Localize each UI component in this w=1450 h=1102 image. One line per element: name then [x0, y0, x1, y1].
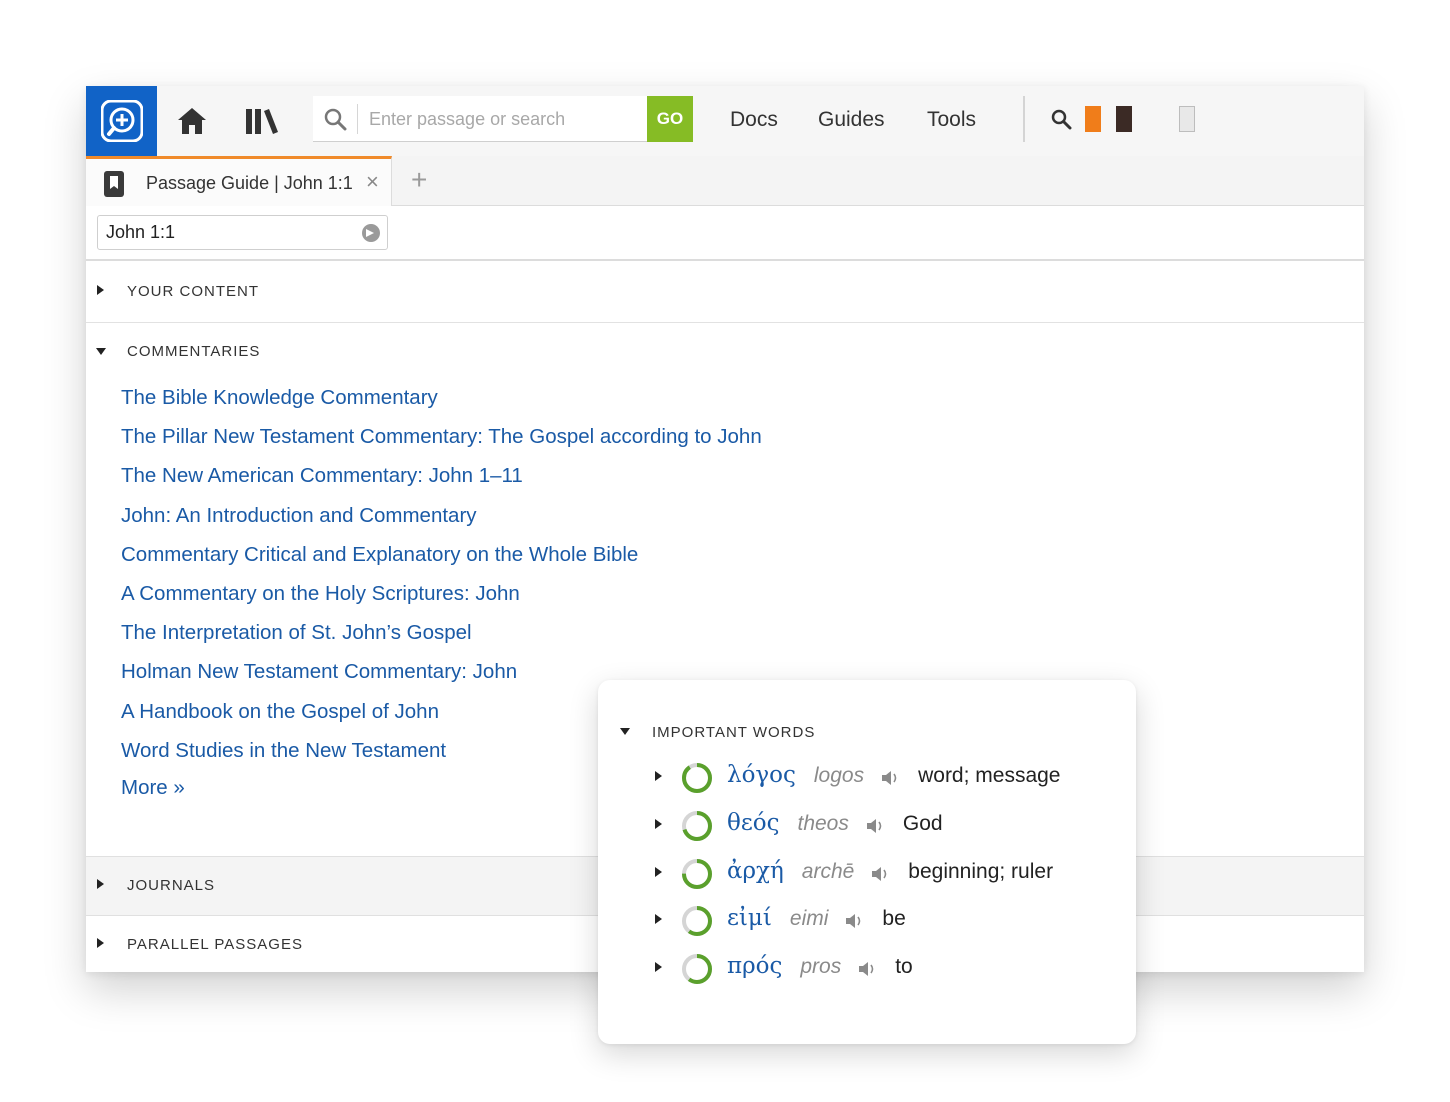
tab-strip: Passage Guide | John 1:1 × +	[86, 156, 1364, 206]
frequency-ring-icon	[682, 811, 712, 841]
section-your-content[interactable]: YOUR CONTENT	[86, 263, 1364, 323]
expand-arrow-icon[interactable]	[655, 867, 662, 877]
section-label: COMMENTARIES	[127, 343, 261, 360]
important-word-row[interactable]: εἰμί eimi be	[598, 901, 1136, 941]
more-link[interactable]: More »	[121, 776, 185, 800]
gloss: to	[895, 955, 913, 978]
toolbar-search-icon[interactable]	[1050, 108, 1072, 130]
search-input[interactable]	[363, 102, 643, 136]
important-word-row[interactable]: λόγος logos word; message	[598, 758, 1136, 798]
speaker-icon[interactable]	[870, 865, 890, 883]
section-label: YOUR CONTENT	[127, 283, 259, 300]
greek-word-link[interactable]: εἰμί	[727, 905, 772, 931]
expand-arrow-icon[interactable]	[655, 771, 662, 781]
passage-box	[97, 215, 388, 250]
add-tab-button[interactable]: +	[411, 166, 427, 194]
commentary-link[interactable]: The New American Commentary: John 1–11	[121, 464, 762, 503]
greek-word-link[interactable]: λόγος	[727, 762, 796, 788]
section-commentaries[interactable]: COMMENTARIES	[86, 323, 1364, 383]
important-word-row[interactable]: θεός theos God	[598, 806, 1136, 846]
top-bar: GO Docs Guides Tools	[86, 86, 1364, 156]
important-words-card: IMPORTANT WORDS λόγος logos word; message θ…	[598, 680, 1136, 1044]
logos-logo-icon	[101, 100, 143, 142]
nav-docs[interactable]: Docs	[730, 108, 778, 132]
expand-arrow-icon	[97, 879, 104, 889]
frequency-ring-icon	[682, 763, 712, 793]
commentary-link[interactable]: A Commentary on the Holy Scriptures: Joh…	[121, 582, 762, 621]
frequency-ring-icon	[682, 954, 712, 984]
nav-tools[interactable]: Tools	[927, 108, 976, 132]
important-words-label: IMPORTANT WORDS	[652, 724, 816, 741]
passage-go-icon[interactable]	[362, 224, 380, 242]
nav-guides[interactable]: Guides	[818, 108, 885, 132]
transliteration: pros	[800, 955, 842, 978]
speaker-icon[interactable]	[857, 960, 877, 978]
search-separator	[357, 104, 358, 134]
tab-passage-guide[interactable]: Passage Guide | John 1:1 ×	[86, 156, 392, 206]
greek-word-link[interactable]: ἀρχή	[727, 858, 784, 884]
library-icon[interactable]	[244, 106, 280, 136]
gloss: be	[882, 907, 906, 930]
transliteration: archē	[801, 860, 855, 883]
recent-book-icon[interactable]	[1085, 106, 1101, 132]
speaker-icon[interactable]	[865, 817, 885, 835]
passage-input[interactable]	[98, 216, 353, 249]
go-button[interactable]: GO	[647, 96, 693, 142]
expand-arrow-icon	[97, 285, 104, 295]
commentary-link[interactable]: The Interpretation of St. John’s Gospel	[121, 621, 762, 660]
gloss: God	[902, 812, 943, 835]
frequency-ring-icon	[682, 906, 712, 936]
expand-arrow-icon[interactable]	[655, 962, 662, 972]
search-box: GO	[313, 96, 693, 142]
transliteration: eimi	[789, 907, 829, 930]
gloss: beginning; ruler	[908, 860, 1054, 883]
important-word-row[interactable]: ἀρχή archē beginning; ruler	[598, 854, 1136, 894]
toolbar-divider	[1023, 96, 1025, 142]
commentary-link[interactable]: The Pillar New Testament Commentary: The…	[121, 425, 762, 464]
passage-guide-icon	[104, 171, 124, 197]
commentary-link[interactable]: John: An Introduction and Commentary	[121, 504, 762, 543]
expand-arrow-icon[interactable]	[655, 914, 662, 924]
greek-word-link[interactable]: θεός	[727, 810, 780, 836]
close-icon[interactable]: ×	[366, 171, 379, 193]
recent-book-icon[interactable]	[1179, 106, 1195, 132]
collapse-arrow-icon	[96, 348, 106, 355]
greek-word-link[interactable]: πρός	[727, 953, 782, 979]
collapse-arrow-icon[interactable]	[620, 728, 630, 735]
expand-arrow-icon	[97, 938, 104, 948]
frequency-ring-icon	[682, 859, 712, 889]
commentary-link[interactable]: The Bible Knowledge Commentary	[121, 386, 762, 425]
transliteration: logos	[813, 764, 865, 787]
gloss: word; message	[918, 764, 1061, 787]
search-icon	[324, 108, 347, 131]
important-word-row[interactable]: πρός pros to	[598, 949, 1136, 989]
logos-logo-button[interactable]	[86, 86, 157, 156]
home-icon[interactable]	[176, 106, 208, 136]
speaker-icon[interactable]	[844, 912, 864, 930]
commentary-link[interactable]: Commentary Critical and Explanatory on t…	[121, 543, 762, 582]
recent-book-icon[interactable]	[1116, 106, 1132, 132]
section-label: PARALLEL PASSAGES	[127, 936, 303, 953]
tab-title: Passage Guide | John 1:1	[146, 173, 353, 193]
section-label: JOURNALS	[127, 877, 216, 894]
expand-arrow-icon[interactable]	[655, 819, 662, 829]
speaker-icon[interactable]	[880, 769, 900, 787]
transliteration: theos	[797, 812, 849, 835]
passage-row	[86, 207, 1364, 261]
